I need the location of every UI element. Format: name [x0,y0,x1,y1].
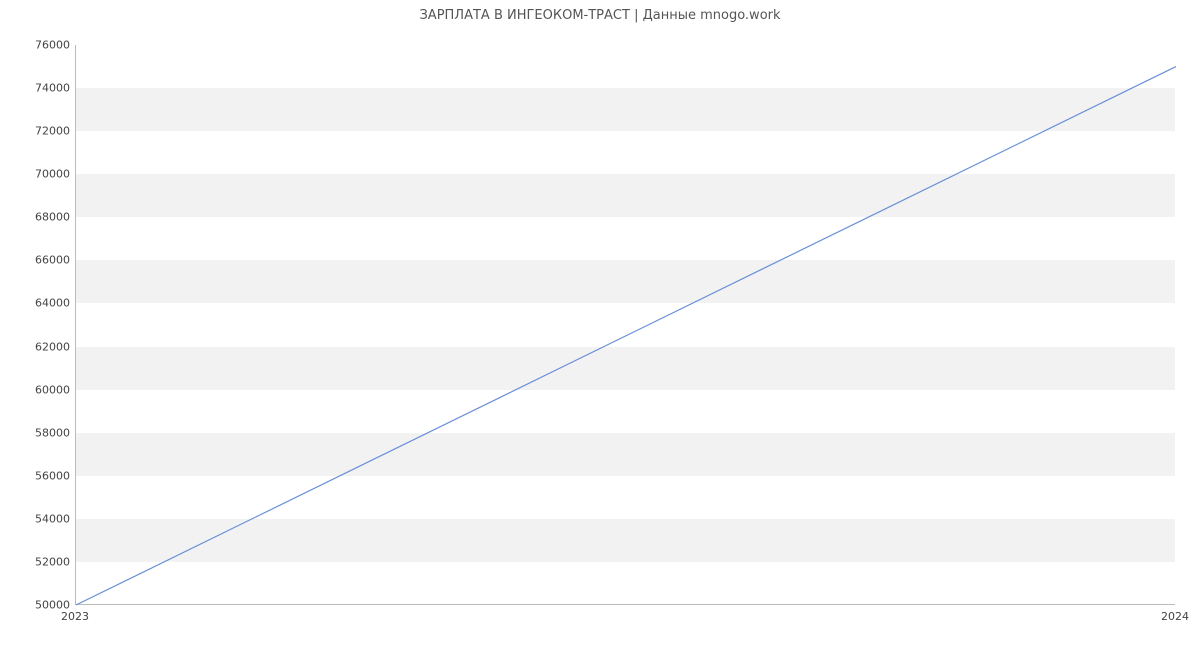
y-tick-label: 56000 [15,469,70,482]
x-tick-label: 2024 [1161,610,1189,623]
y-tick-label: 52000 [15,555,70,568]
chart-title: ЗАРПЛАТА В ИНГЕОКОМ-ТРАСТ | Данные mnogo… [0,8,1200,23]
plot-area [75,45,1175,605]
line-series [76,45,1175,604]
y-tick-label: 76000 [15,39,70,52]
y-tick-label: 72000 [15,125,70,138]
y-tick-label: 62000 [15,340,70,353]
chart-container: ЗАРПЛАТА В ИНГЕОКОМ-ТРАСТ | Данные mnogo… [0,0,1200,650]
y-tick-label: 66000 [15,254,70,267]
y-tick-label: 74000 [15,82,70,95]
x-tick-label: 2023 [61,610,89,623]
y-tick-label: 54000 [15,512,70,525]
y-tick-label: 70000 [15,168,70,181]
y-tick-label: 60000 [15,383,70,396]
y-tick-label: 58000 [15,426,70,439]
series-line [76,67,1176,605]
y-tick-label: 68000 [15,211,70,224]
y-tick-label: 64000 [15,297,70,310]
